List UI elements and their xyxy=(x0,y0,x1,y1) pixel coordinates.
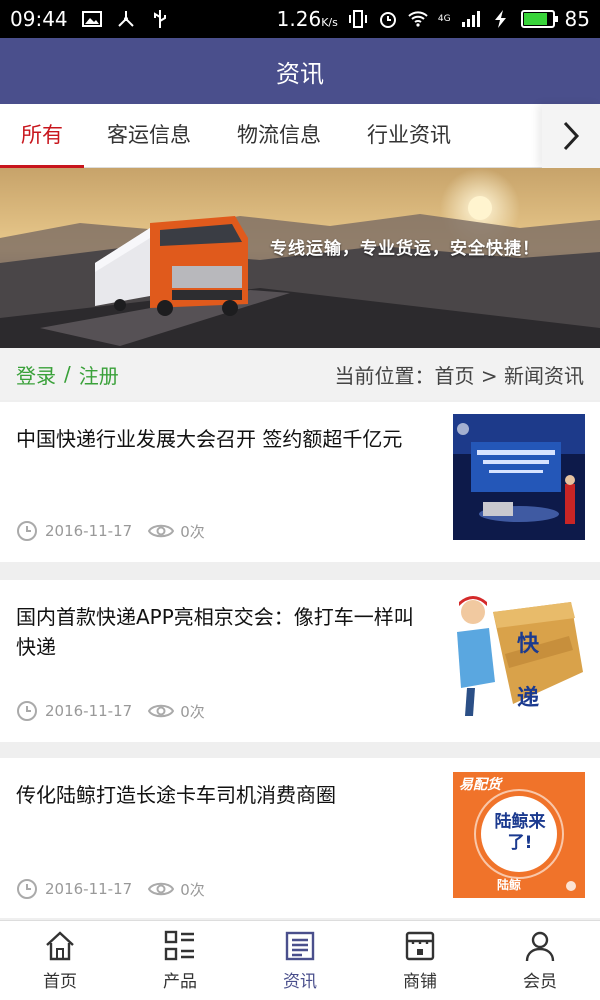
nav-home[interactable]: 首页 xyxy=(0,921,120,1000)
news-views: 0次 xyxy=(180,522,205,541)
nav-home-label: 首页 xyxy=(43,972,77,992)
wifi-icon xyxy=(408,11,428,27)
usb-icon xyxy=(153,10,166,28)
page-title: 资讯 xyxy=(276,59,324,88)
news-title[interactable]: 国内首款快递APP亮相京交会：像打车一样叫快递 xyxy=(16,602,421,662)
breadcrumb: 当前位置：首页 > 新闻资讯 xyxy=(335,360,584,389)
store-icon xyxy=(405,931,435,961)
news-item[interactable]: 国内首款快递APP亮相京交会：像打车一样叫快递 2016-11-17 0次 快递 xyxy=(0,580,600,742)
category-tabs: 所有 客运信息 物流信息 行业资讯 xyxy=(0,104,600,169)
clock-time: 09:44 xyxy=(10,7,68,31)
battery-icon xyxy=(520,10,558,28)
poster-bottom-text: 陆鲸 xyxy=(497,878,522,892)
tab-logistics-info[interactable]: 物流信息 xyxy=(226,104,332,168)
nav-member-label: 会员 xyxy=(523,972,557,992)
clock-icon xyxy=(17,521,37,541)
login-separator: / xyxy=(64,362,71,386)
tabs-more-button[interactable] xyxy=(542,104,600,168)
news-date: 2016-11-17 xyxy=(45,880,133,898)
nav-store-label: 商铺 xyxy=(403,972,437,992)
news-meta: 2016-11-17 0次 xyxy=(16,878,205,900)
news-item[interactable]: 传化陆鲸打造长途卡车司机消费商圈 2016-11-17 0次 易配货 陆鲸来了!… xyxy=(0,758,600,918)
breadcrumb-home[interactable]: 首页 xyxy=(435,364,475,388)
nav-member[interactable]: 会员 xyxy=(480,921,600,1000)
news-item[interactable]: 中国快递行业发展大会召开 签约额超千亿元 2016-11-17 0次 xyxy=(0,402,600,562)
poster-main-text: 陆鲸来了! xyxy=(494,812,546,853)
news-thumbnail[interactable] xyxy=(453,414,585,540)
home-icon xyxy=(46,931,74,961)
charging-icon xyxy=(494,10,506,28)
chevron-right-icon xyxy=(563,121,580,151)
network-type: 4G xyxy=(437,13,451,24)
grid-list-icon xyxy=(164,930,194,961)
tab-industry-news[interactable]: 行业资讯 xyxy=(356,104,462,168)
alarm-icon xyxy=(379,12,396,28)
banner-image[interactable]: 专线运输，专业货运，安全快捷！ xyxy=(0,168,600,348)
banner-slogan: 专线运输，专业货运，安全快捷！ xyxy=(270,239,540,259)
poster-top-text: 易配货 xyxy=(459,777,501,793)
eye-icon xyxy=(148,524,175,538)
nav-store[interactable]: 商铺 xyxy=(360,921,480,1000)
clock-icon xyxy=(17,701,37,721)
login-bar: 登录 / 注册 当前位置：首页 > 新闻资讯 xyxy=(0,348,600,400)
tab-passenger-info[interactable]: 客运信息 xyxy=(96,104,202,168)
clock-icon xyxy=(17,879,37,899)
news-title[interactable]: 中国快递行业发展大会召开 签约额超千亿元 xyxy=(16,424,421,454)
user-icon xyxy=(525,931,555,962)
nav-news[interactable]: 资讯 xyxy=(240,921,360,1000)
nav-news-label: 资讯 xyxy=(283,972,317,992)
network-speed: 1.26K/s xyxy=(276,7,338,31)
breadcrumb-current: 新闻资讯 xyxy=(504,363,584,388)
share-icon xyxy=(117,11,134,27)
bottom-nav: 首页 产品 资讯 商铺 会员 xyxy=(0,920,600,1000)
vibrate-icon xyxy=(348,10,367,28)
breadcrumb-separator: > xyxy=(480,363,498,388)
news-meta: 2016-11-17 0次 xyxy=(16,700,205,722)
status-bar: 09:44 1.26K/s 4G 85 xyxy=(0,0,600,38)
news-views: 0次 xyxy=(180,702,205,721)
battery-percent: 85 xyxy=(564,7,590,31)
conference-photo-image xyxy=(453,414,585,540)
signal-icon xyxy=(461,11,480,27)
register-link[interactable]: 注册 xyxy=(79,360,119,389)
news-views: 0次 xyxy=(180,880,205,899)
tab-all[interactable]: 所有 xyxy=(0,104,84,169)
eye-icon xyxy=(148,704,175,718)
news-date: 2016-11-17 xyxy=(45,522,133,540)
eye-icon xyxy=(148,882,175,896)
nav-products[interactable]: 产品 xyxy=(120,921,240,1000)
news-icon xyxy=(285,931,315,961)
nav-products-label: 产品 xyxy=(163,972,197,992)
news-title[interactable]: 传化陆鲸打造长途卡车司机消费商圈 xyxy=(16,780,421,810)
breadcrumb-label: 当前位置： xyxy=(334,363,435,388)
box-label: 快递 xyxy=(517,632,540,711)
page-header: 资讯 xyxy=(0,38,600,104)
news-thumbnail[interactable]: 易配货 陆鲸来了! 陆鲸 xyxy=(453,772,585,898)
news-thumbnail[interactable]: 快递 xyxy=(453,592,585,718)
image-icon xyxy=(81,11,102,27)
login-link[interactable]: 登录 xyxy=(16,360,56,389)
news-date: 2016-11-17 xyxy=(45,702,133,720)
news-meta: 2016-11-17 0次 xyxy=(16,520,205,542)
